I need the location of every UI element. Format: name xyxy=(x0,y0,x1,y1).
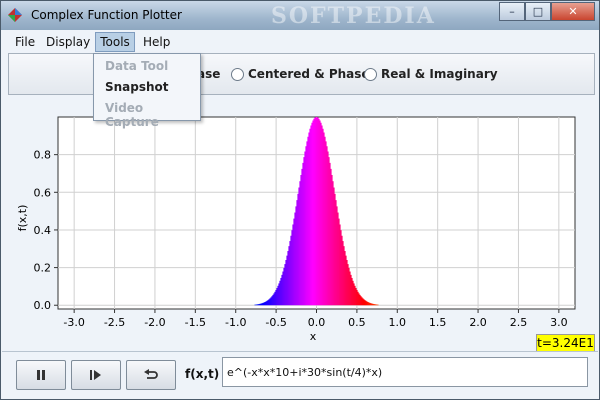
y-tick-label: 0.4 xyxy=(34,224,52,237)
tools-dropdown-menu: Data Tool Snapshot Video Capture xyxy=(93,53,201,129)
y-axis-label: f(x,t) xyxy=(16,205,29,232)
menu-item-snapshot[interactable]: Snapshot xyxy=(105,80,169,94)
reset-button[interactable] xyxy=(126,360,176,390)
radio-circle-icon[interactable] xyxy=(364,67,377,81)
x-tick-label: 1.0 xyxy=(389,316,407,329)
pause-button[interactable] xyxy=(16,360,66,390)
radio-label: Real & Imaginary xyxy=(381,67,498,81)
radio-centered-phase[interactable]: Centered & Phase xyxy=(231,67,370,81)
radio-real-imaginary[interactable]: Real & Imaginary xyxy=(364,67,498,81)
plot-area: -3.0 -2.5 -2.0 -1.5 -1.0 -0.5 0.0 0.5 1.0 1.5 2.0 2… xyxy=(2,96,598,346)
y-tick-label: 0.6 xyxy=(34,186,52,199)
window-title: Complex Function Plotter xyxy=(31,8,182,22)
minimize-button[interactable]: – xyxy=(499,2,525,21)
x-tick-label: -2.5 xyxy=(104,316,125,329)
step-button[interactable] xyxy=(71,360,121,390)
menu-item-video-capture[interactable]: Video Capture xyxy=(105,101,200,129)
close-button[interactable]: ✕ xyxy=(551,2,595,21)
app-icon xyxy=(8,8,22,22)
x-tick-label: 1.5 xyxy=(429,316,447,329)
y-tick-label: 0.2 xyxy=(34,262,52,275)
x-tick-label: 0.5 xyxy=(348,316,366,329)
pause-icon xyxy=(37,370,45,380)
menu-file[interactable]: File xyxy=(15,33,35,51)
y-tick-label: 0.0 xyxy=(34,299,52,312)
caption-buttons: – □ ✕ xyxy=(499,2,595,21)
x-tick-label: -1.0 xyxy=(225,316,246,329)
menu-tools[interactable]: Tools xyxy=(95,32,135,52)
menu-help[interactable]: Help xyxy=(143,33,170,51)
menu-display[interactable]: Display xyxy=(46,33,90,51)
time-label: t=3.24E1 xyxy=(536,334,595,352)
x-tick-label: -0.5 xyxy=(265,316,286,329)
x-tick-label: -2.0 xyxy=(144,316,165,329)
x-tick-label: -3.0 xyxy=(63,316,84,329)
reset-icon xyxy=(144,369,158,379)
x-tick-label: 2.5 xyxy=(510,316,528,329)
radio-label: Centered & Phase xyxy=(248,67,370,81)
x-tick-label: 0.0 xyxy=(308,316,326,329)
title-bar: Complex Function Plotter SOFTPEDIA – □ ✕ xyxy=(1,1,599,30)
menu-item-data-tool[interactable]: Data Tool xyxy=(105,59,168,73)
function-input[interactable] xyxy=(222,357,588,387)
radio-circle-icon[interactable] xyxy=(231,67,244,81)
y-tick-label: 0.8 xyxy=(34,149,52,162)
maximize-button[interactable]: □ xyxy=(525,2,551,21)
x-axis-label: x xyxy=(310,330,317,343)
x-tick-label: 2.0 xyxy=(469,316,487,329)
control-bar: f(x,t) = xyxy=(2,351,598,398)
x-tick-label: -1.5 xyxy=(185,316,206,329)
watermark: SOFTPEDIA xyxy=(271,3,436,29)
step-icon xyxy=(90,370,101,380)
x-tick-label: 3.0 xyxy=(550,316,568,329)
function-chart[interactable]: -3.0 -2.5 -2.0 -1.5 -1.0 -0.5 0.0 0.5 1.0 1.5 2.0 2… xyxy=(2,96,598,346)
app-window: Complex Function Plotter SOFTPEDIA – □ ✕… xyxy=(0,0,600,400)
menu-bar: File Display Tools Help xyxy=(2,30,598,53)
